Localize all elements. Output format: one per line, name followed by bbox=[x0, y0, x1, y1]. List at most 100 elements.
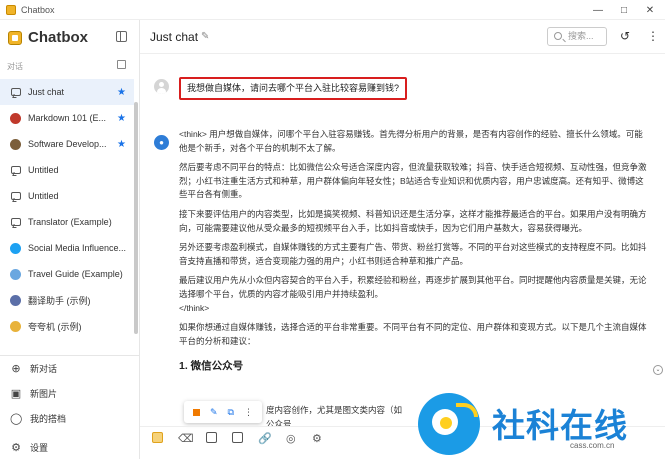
search-placeholder: 搜索... bbox=[568, 31, 594, 41]
conversation-item-software[interactable]: Software Develop... ★ bbox=[0, 131, 134, 157]
new-image-button[interactable]: ▣ 新图片 bbox=[0, 381, 134, 405]
conversation-item-travel[interactable]: Travel Guide (Example) bbox=[0, 261, 134, 287]
chat-bubble-icon bbox=[10, 217, 21, 228]
archive-icon[interactable] bbox=[117, 60, 126, 69]
sidebar-scrollbar[interactable] bbox=[134, 102, 138, 334]
stop-icon[interactable] bbox=[193, 408, 200, 416]
twitter-avatar-icon bbox=[10, 242, 21, 254]
watermark-arc bbox=[456, 403, 478, 417]
reply-paragraph: <think> 用户想做自媒体，问哪个平台入驻容易赚钱。首先得分析用户的背景，是… bbox=[179, 129, 643, 153]
conversation-label: Travel Guide (Example) bbox=[28, 269, 123, 279]
chatbox-logo-icon bbox=[8, 30, 22, 45]
plus-circle-icon: ⊕ bbox=[11, 362, 21, 375]
settings-button[interactable]: ⚙ 设置 bbox=[0, 435, 134, 459]
more-icon[interactable]: ⋮ bbox=[244, 407, 253, 418]
window-title: Chatbox bbox=[21, 4, 55, 15]
translate-avatar-icon bbox=[10, 294, 21, 306]
app-icon bbox=[6, 4, 16, 15]
conversation-item-praise[interactable]: 夸夸机 (示例) bbox=[0, 313, 134, 339]
travel-avatar-icon bbox=[10, 268, 21, 280]
conversation-label: Just chat bbox=[28, 87, 65, 97]
assistant-avatar: ● bbox=[154, 135, 169, 150]
conversation-item-untitled-1[interactable]: Untitled bbox=[0, 157, 134, 183]
title-bar: Chatbox — □ ✕ bbox=[0, 0, 665, 20]
conversation-label: Translator (Example) bbox=[28, 217, 112, 227]
reply-partial-line-2: 公众号 bbox=[266, 419, 292, 426]
software-avatar-icon bbox=[10, 138, 21, 150]
reply-paragraph: 接下来要评估用户的内容类型，比如是搞笑视频、科普知识还是生活分享，这样才能推荐最… bbox=[179, 208, 647, 233]
search-input[interactable]: 搜索... bbox=[547, 27, 607, 46]
edit-title-icon[interactable]: ✎ bbox=[201, 31, 209, 42]
reply-paragraph: 另外还要考虑盈利模式，自媒体赚钱的方式主要有广告、带货、粉丝打赏等。不同的平台对… bbox=[179, 242, 647, 266]
reply-paragraph: 然后要考虑不同平台的特点：比如微信公众号适合深度内容，但流量获取较难；抖音、快手… bbox=[179, 162, 647, 200]
eraser-icon[interactable]: ⌫ bbox=[178, 432, 194, 445]
conversation-item-just-chat[interactable]: Just chat ★ bbox=[0, 79, 134, 105]
more-options-icon[interactable]: ⋮ bbox=[647, 29, 659, 43]
section-label: 对话 bbox=[7, 62, 23, 71]
history-icon[interactable]: ↺ bbox=[620, 29, 630, 43]
conversation-list: Just chat ★ Markdown 101 (E... ★ Softwar… bbox=[0, 79, 134, 339]
reply-heading: 1. 微信公众号 bbox=[179, 360, 244, 373]
chat-bubble-icon bbox=[10, 165, 21, 176]
minimize-icon[interactable]: — bbox=[585, 0, 611, 20]
reply-paragraph: </think> bbox=[179, 302, 210, 313]
praise-avatar-icon bbox=[10, 320, 21, 332]
tools-icon[interactable]: ⚙ bbox=[312, 432, 322, 445]
watermark: 社科在线 cass.com.cn bbox=[418, 393, 665, 459]
gear-icon: ⚙ bbox=[11, 441, 21, 454]
markdown-avatar-icon bbox=[10, 112, 21, 124]
reply-paragraph: 最后建议用户先从小众但内容契合的平台入手，积累经验和粉丝，再逐步扩展到其他平台。… bbox=[179, 275, 647, 299]
watermark-url: cass.com.cn bbox=[570, 441, 615, 450]
conversation-item-translator[interactable]: Translator (Example) bbox=[0, 209, 134, 235]
chat-bubble-icon bbox=[10, 191, 21, 202]
conversation-label: Markdown 101 (E... bbox=[28, 113, 107, 123]
partner-button[interactable]: ◯ 我的搭档 bbox=[0, 406, 134, 430]
message-action-bar: ✎ ⧉ ⋮ bbox=[184, 401, 262, 423]
conversation-label: Untitled bbox=[28, 165, 59, 175]
search-icon bbox=[554, 32, 562, 40]
conversation-item-social-media[interactable]: Social Media Influence... bbox=[0, 235, 134, 261]
collapse-sidebar-icon[interactable] bbox=[116, 31, 127, 42]
conversation-label: 夸夸机 (示例) bbox=[28, 321, 82, 332]
link-icon[interactable]: 🔗 bbox=[258, 432, 272, 445]
maximize-icon[interactable]: □ bbox=[611, 0, 637, 20]
model-icon[interactable] bbox=[152, 432, 163, 443]
globe-icon[interactable]: ◎ bbox=[286, 432, 296, 445]
brand-name: Chatbox bbox=[28, 29, 88, 46]
chat-title: Just chat bbox=[150, 30, 199, 44]
sidebar: Chatbox 对话 Just chat ★ Markdown 101 (E..… bbox=[0, 20, 140, 459]
edit-icon[interactable]: ✎ bbox=[210, 407, 218, 418]
close-icon[interactable]: ✕ bbox=[637, 0, 663, 20]
star-icon[interactable]: ★ bbox=[117, 139, 126, 150]
file-attach-icon[interactable] bbox=[232, 432, 243, 443]
conversation-item-untitled-2[interactable]: Untitled bbox=[0, 183, 134, 209]
chat-bubble-icon bbox=[10, 87, 21, 98]
user-message: 我想做自媒体，请问去哪个平台入驻比较容易赚到钱? bbox=[179, 77, 407, 100]
image-icon: ▣ bbox=[10, 387, 22, 400]
watermark-text: 社科在线 bbox=[492, 407, 628, 444]
conversation-label: Software Develop... bbox=[28, 139, 107, 149]
conversation-label: Untitled bbox=[28, 191, 59, 201]
chat-header: Just chat ✎ 搜索... ↺ ⋮ bbox=[140, 20, 665, 54]
copy-icon[interactable]: ⧉ bbox=[228, 407, 234, 418]
conversation-label: Social Media Influence... bbox=[28, 243, 127, 253]
brand: Chatbox bbox=[8, 29, 88, 46]
partner-label: 我的搭档 bbox=[30, 413, 67, 424]
partner-icon: ◯ bbox=[10, 412, 23, 425]
star-icon[interactable]: ★ bbox=[117, 87, 126, 98]
reply-partial-line: 度内容创作，尤其是图文类内容（如 bbox=[266, 405, 403, 415]
user-avatar bbox=[154, 79, 169, 94]
new-chat-button[interactable]: ⊕ 新对话 bbox=[0, 356, 134, 380]
conversation-label: 翻译助手 (示例) bbox=[28, 295, 91, 306]
new-image-label: 新图片 bbox=[30, 388, 58, 399]
conversation-item-markdown[interactable]: Markdown 101 (E... ★ bbox=[0, 105, 134, 131]
conversation-item-translate-assistant[interactable]: 翻译助手 (示例) bbox=[0, 287, 134, 313]
settings-label: 设置 bbox=[30, 442, 49, 453]
image-attach-icon[interactable] bbox=[206, 432, 217, 443]
star-icon[interactable]: ★ bbox=[117, 113, 126, 124]
scroll-to-bottom-icon[interactable]: ⌄ bbox=[653, 365, 663, 375]
reply-paragraph: 如果你想通过自媒体赚钱，选择合适的平台非常重要。不同平台有不同的定位、用户群体和… bbox=[179, 322, 647, 346]
watermark-logo-icon bbox=[418, 393, 480, 455]
app-window: Chatbox — □ ✕ Chatbox 对话 Just chat ★ Mar… bbox=[0, 0, 665, 459]
new-chat-label: 新对话 bbox=[30, 363, 58, 374]
